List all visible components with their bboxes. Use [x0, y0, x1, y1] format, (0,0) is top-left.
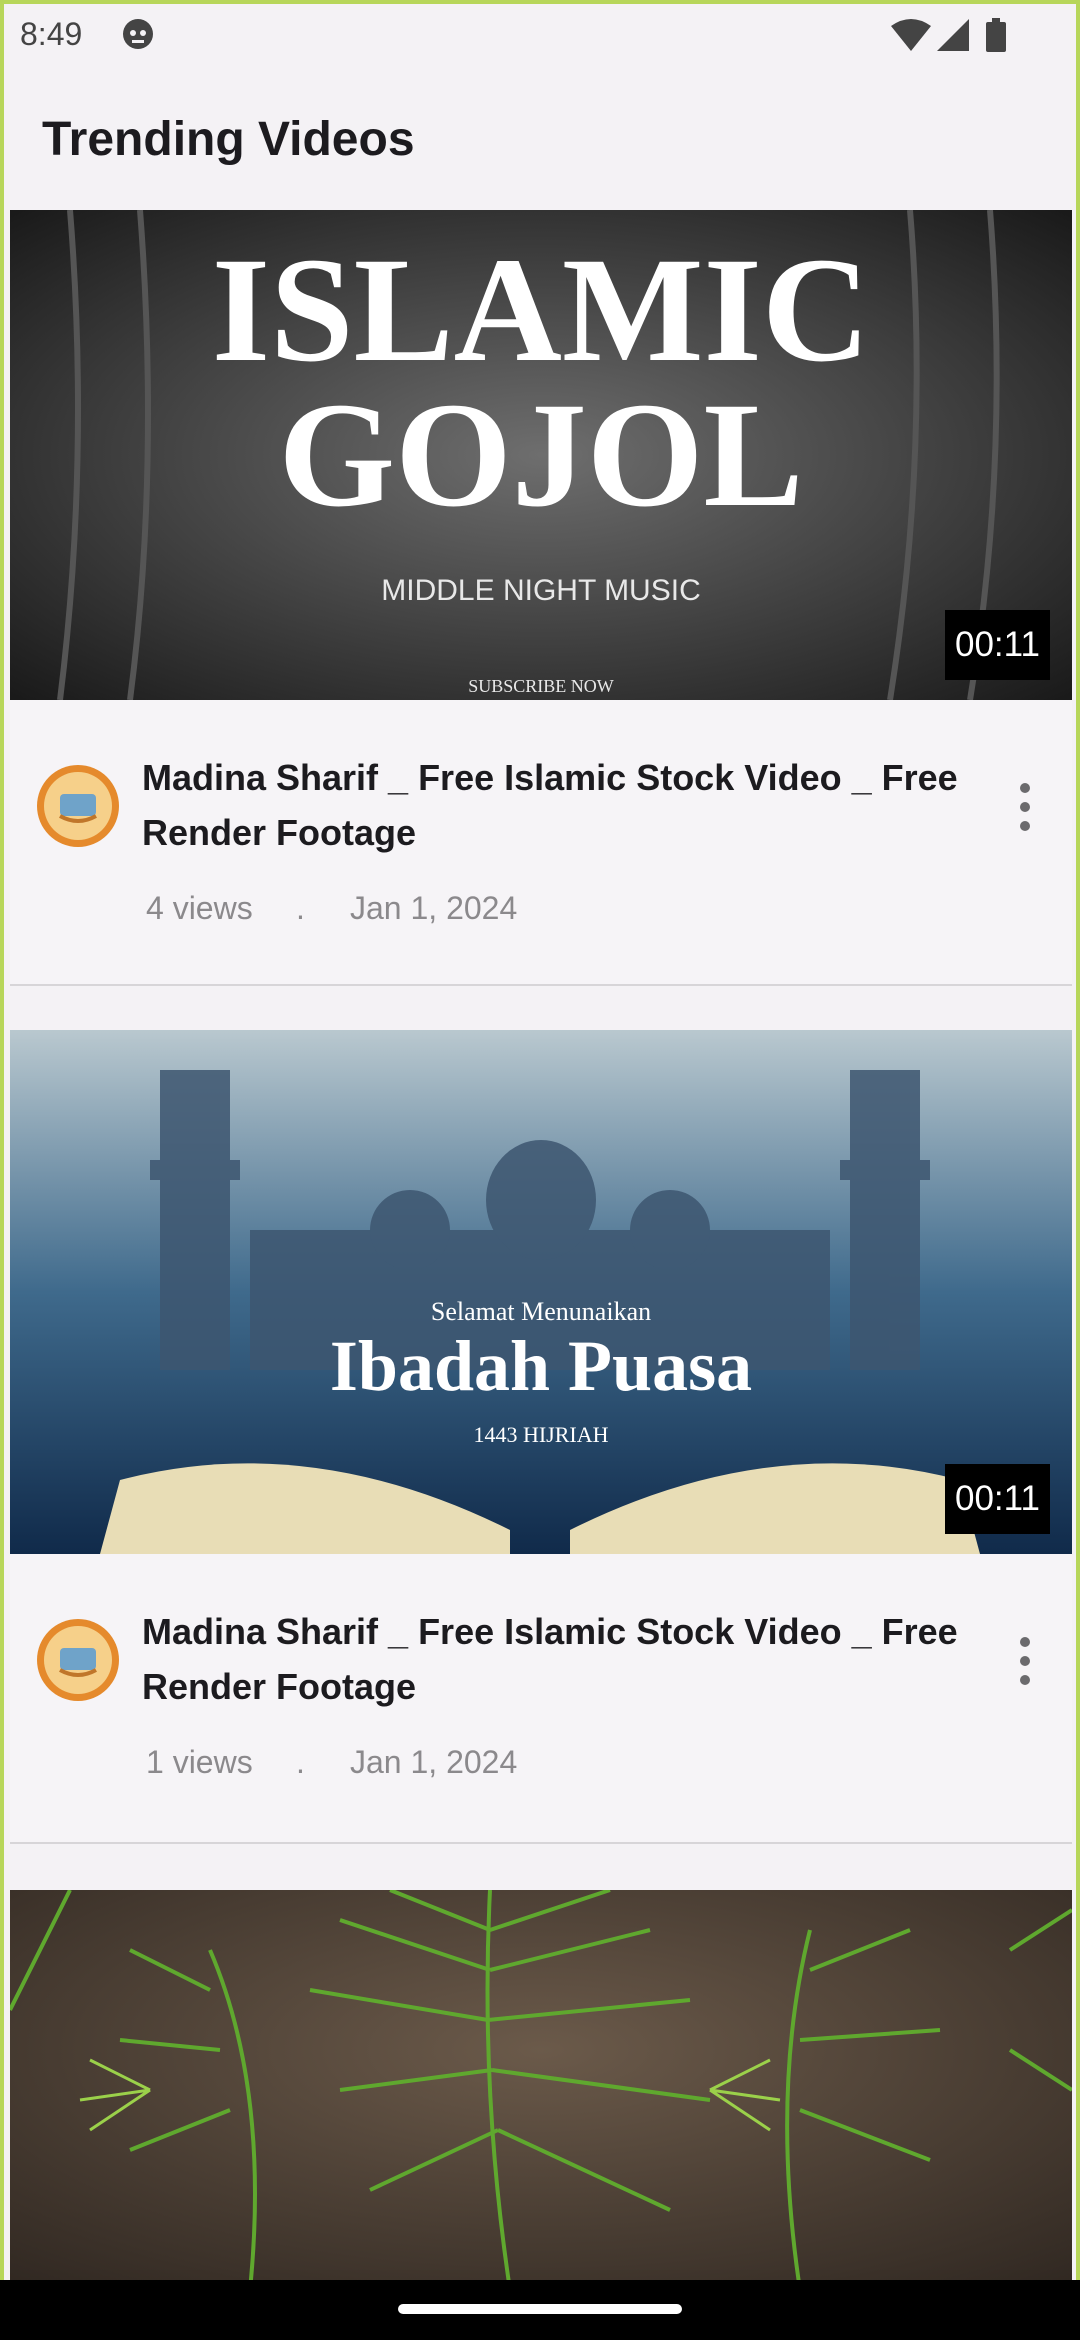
video-card[interactable]: [10, 1890, 1072, 2280]
video-thumbnail[interactable]: ISLAMIC GOJOL MIDDLE NIGHT MUSIC SUBSCRI…: [10, 210, 1072, 700]
upload-date: Jan 1, 2024: [350, 890, 518, 926]
thumbnail-text-3: MIDDLE NIGHT MUSIC: [381, 574, 700, 607]
more-options-icon[interactable]: [1010, 1634, 1040, 1688]
navigation-bar: [0, 2280, 1080, 2340]
view-count: 4 views: [146, 890, 253, 926]
meta-separator: .: [296, 890, 305, 926]
wifi-icon: [891, 19, 931, 51]
app-screen: 8:49 Trending Videos ISLAMIC GOJOL MIDDL…: [4, 4, 1076, 2280]
thumbnail-text-1: ISLAMIC: [212, 227, 870, 393]
status-bar: 8:49: [4, 4, 1076, 64]
signal-icon: [937, 19, 969, 51]
battery-icon: [986, 18, 1006, 52]
thumbnail-text-3: 1443 HIJRIAH: [473, 1422, 608, 1447]
video-title[interactable]: Madina Sharif _ Free Islamic Stock Video…: [142, 750, 962, 860]
meta-separator: .: [296, 1744, 305, 1780]
thumbnail-text-2: GOJOL: [278, 372, 803, 538]
view-count: 1 views: [146, 1744, 253, 1780]
thumbnail-text-2: Ibadah Puasa: [330, 1326, 752, 1406]
video-title[interactable]: Madina Sharif _ Free Islamic Stock Video…: [142, 1604, 962, 1714]
duration-badge: 00:11: [945, 1464, 1050, 1534]
channel-avatar[interactable]: [36, 764, 120, 848]
thumbnail-text-4: SUBSCRIBE NOW: [468, 676, 614, 696]
thumbnail-text-1: Selamat Menunaikan: [431, 1297, 651, 1326]
video-thumbnail[interactable]: [10, 1890, 1072, 2280]
thumbnail-image: [10, 1890, 1072, 2280]
channel-avatar[interactable]: [36, 1618, 120, 1702]
home-gesture-handle[interactable]: [398, 2304, 682, 2314]
upload-date: Jan 1, 2024: [350, 1744, 518, 1780]
duration-badge: 00:11: [945, 610, 1050, 680]
video-card[interactable]: ISLAMIC GOJOL MIDDLE NIGHT MUSIC SUBSCRI…: [10, 210, 1072, 986]
thumbnail-image: ISLAMIC GOJOL MIDDLE NIGHT MUSIC SUBSCRI…: [10, 210, 1072, 700]
more-options-icon[interactable]: [1010, 780, 1040, 834]
video-thumbnail[interactable]: Selamat Menunaikan Ibadah Puasa 1443 HIJ…: [10, 1030, 1072, 1554]
robot-icon: [123, 19, 153, 49]
video-card[interactable]: Selamat Menunaikan Ibadah Puasa 1443 HIJ…: [10, 1030, 1072, 1844]
page-title: Trending Videos: [42, 113, 415, 166]
status-time: 8:49: [20, 16, 83, 52]
thumbnail-image: Selamat Menunaikan Ibadah Puasa 1443 HIJ…: [10, 1030, 1072, 1554]
